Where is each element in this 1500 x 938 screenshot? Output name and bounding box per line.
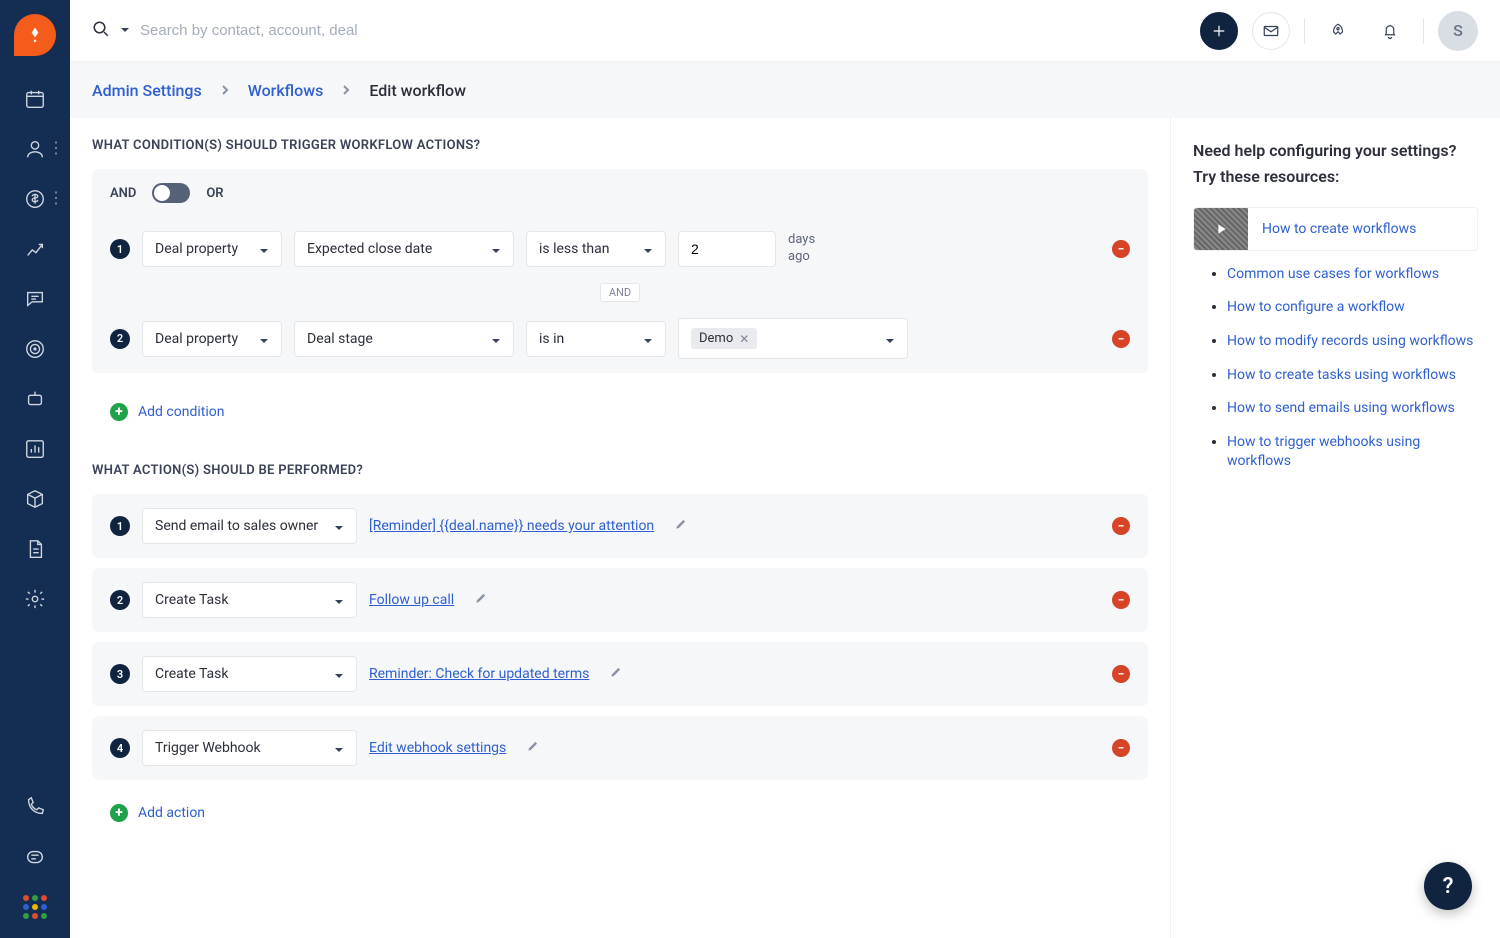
multi-value-select[interactable]: Demo✕ — [678, 318, 908, 359]
field-select[interactable]: Deal stage — [294, 321, 514, 357]
phone-icon[interactable] — [22, 794, 48, 820]
analytics-icon[interactable] — [22, 436, 48, 462]
and-or-toggle[interactable] — [152, 183, 190, 203]
search-input[interactable] — [140, 22, 460, 39]
delete-row-button[interactable]: − — [1112, 330, 1130, 348]
help-subtitle: Try these resources: — [1193, 166, 1478, 188]
add-action-link[interactable]: Add action — [138, 805, 205, 821]
play-icon — [1194, 208, 1248, 250]
action-type-select[interactable]: Create Task — [142, 582, 357, 618]
conditions-heading: WHAT CONDITION(S) SHOULD TRIGGER WORKFLO… — [92, 138, 1148, 153]
reports-icon[interactable] — [22, 236, 48, 262]
products-icon[interactable] — [22, 486, 48, 512]
help-link[interactable]: How to modify records using workflows — [1227, 333, 1473, 349]
more-icon[interactable]: ⋮ — [48, 138, 64, 157]
action-type-select[interactable]: Send email to sales owner — [142, 508, 357, 544]
or-label: OR — [206, 186, 223, 201]
calendar-icon[interactable] — [22, 86, 48, 112]
help-link[interactable]: Common use cases for workflows — [1227, 266, 1439, 282]
action-type-select[interactable]: Create Task — [142, 656, 357, 692]
condition-join: AND — [600, 283, 640, 302]
delete-row-button[interactable]: − — [1112, 240, 1130, 258]
delete-row-button[interactable]: − — [1112, 665, 1130, 683]
breadcrumb-admin[interactable]: Admin Settings — [92, 81, 202, 100]
conditions-card: AND OR 1 Deal property Expected close da… — [92, 169, 1148, 373]
plus-icon: + — [110, 804, 128, 822]
operator-select[interactable]: is less than — [526, 231, 666, 267]
action-row: 2 Create Task Follow up call − — [92, 568, 1148, 632]
add-condition-link[interactable]: Add condition — [138, 404, 224, 420]
breadcrumb: Admin Settings Workflows Edit workflow — [70, 62, 1500, 118]
action-row: 4 Trigger Webhook Edit webhook settings … — [92, 716, 1148, 780]
action-detail-link[interactable]: Edit webhook settings — [369, 740, 506, 756]
apps-grid-icon[interactable] — [22, 894, 48, 920]
contacts-icon[interactable]: ⋮ — [22, 136, 48, 162]
delete-row-button[interactable]: − — [1112, 591, 1130, 609]
breadcrumb-workflows[interactable]: Workflows — [248, 81, 324, 100]
rocket-icon[interactable] — [1319, 12, 1357, 50]
bot-icon[interactable] — [22, 386, 48, 412]
value-input[interactable] — [678, 231, 776, 267]
pencil-icon[interactable] — [609, 665, 623, 683]
delete-row-button[interactable]: − — [1112, 517, 1130, 535]
actions-heading: WHAT ACTION(S) SHOULD BE PERFORMED? — [92, 463, 1148, 478]
settings-icon[interactable] — [22, 586, 48, 612]
row-number: 1 — [110, 516, 130, 536]
documents-icon[interactable] — [22, 536, 48, 562]
deals-icon[interactable]: ⋮ — [22, 186, 48, 212]
help-video-label[interactable]: How to create workflows — [1262, 221, 1416, 237]
action-row: 3 Create Task Reminder: Check for update… — [92, 642, 1148, 706]
search-icon[interactable] — [92, 20, 110, 42]
pencil-icon[interactable] — [674, 517, 688, 535]
help-title: Need help configuring your settings? — [1193, 140, 1478, 162]
top-bar: S — [70, 0, 1500, 62]
threads-icon[interactable] — [22, 844, 48, 870]
chip-remove-icon[interactable]: ✕ — [739, 332, 749, 346]
search-scope-caret[interactable] — [120, 23, 130, 39]
help-link[interactable]: How to trigger webhooks using workflows — [1227, 434, 1420, 470]
action-detail-link[interactable]: Follow up call — [369, 592, 454, 608]
row-number: 3 — [110, 664, 130, 684]
add-button[interactable] — [1200, 12, 1238, 50]
goals-icon[interactable] — [22, 336, 48, 362]
help-fab[interactable]: ? — [1424, 862, 1472, 910]
avatar[interactable]: S — [1438, 11, 1478, 51]
condition-row: 1 Deal property Expected close date is l… — [92, 217, 1148, 281]
value-suffix: days ago — [788, 232, 828, 266]
field-select[interactable]: Expected close date — [294, 231, 514, 267]
breadcrumb-current: Edit workflow — [369, 81, 466, 100]
brand-logo[interactable] — [14, 14, 56, 56]
notifications-icon[interactable] — [1371, 12, 1409, 50]
field-type-select[interactable]: Deal property — [142, 231, 282, 267]
condition-row: 2 Deal property Deal stage is in Demo✕ − — [92, 304, 1148, 373]
more-icon[interactable]: ⋮ — [48, 188, 64, 207]
left-nav: ⋮ ⋮ — [0, 0, 70, 938]
help-video-link[interactable]: How to create workflows — [1193, 207, 1478, 251]
delete-row-button[interactable]: − — [1112, 739, 1130, 757]
help-panel: Need help configuring your settings? Try… — [1170, 118, 1500, 938]
action-type-select[interactable]: Trigger Webhook — [142, 730, 357, 766]
conversations-icon[interactable] — [22, 286, 48, 312]
action-row: 1 Send email to sales owner [Reminder] {… — [92, 494, 1148, 558]
row-number: 2 — [110, 329, 130, 349]
pencil-icon[interactable] — [474, 591, 488, 609]
value-chip: Demo✕ — [691, 328, 757, 349]
pencil-icon[interactable] — [526, 739, 540, 757]
field-type-select[interactable]: Deal property — [142, 321, 282, 357]
row-number: 1 — [110, 239, 130, 259]
and-label: AND — [110, 186, 136, 201]
help-link[interactable]: How to send emails using workflows — [1227, 400, 1455, 416]
action-detail-link[interactable]: [Reminder] {{deal.name}} needs your atte… — [369, 518, 654, 534]
action-detail-link[interactable]: Reminder: Check for updated terms — [369, 666, 589, 682]
email-icon[interactable] — [1252, 12, 1290, 50]
operator-select[interactable]: is in — [526, 321, 666, 357]
plus-icon: + — [110, 403, 128, 421]
row-number: 4 — [110, 738, 130, 758]
row-number: 2 — [110, 590, 130, 610]
help-link[interactable]: How to configure a workflow — [1227, 299, 1405, 315]
help-link[interactable]: How to create tasks using workflows — [1227, 367, 1456, 383]
